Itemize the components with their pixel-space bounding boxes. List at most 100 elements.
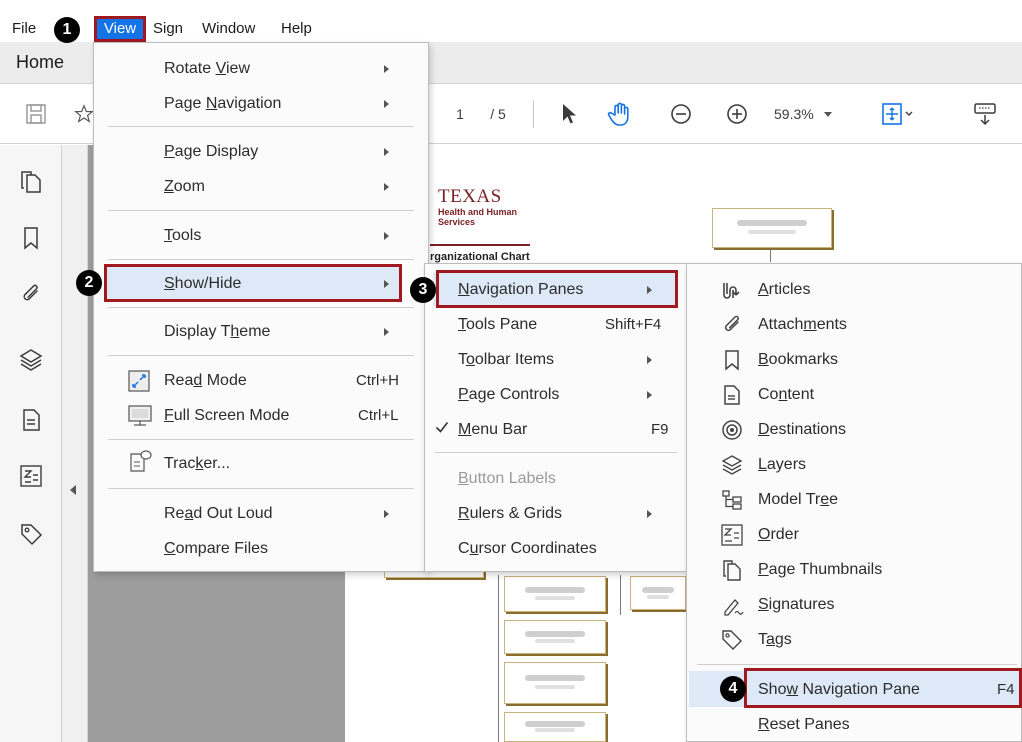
menu-item-layers[interactable]: Layers xyxy=(758,449,806,481)
menu-bar: File View Sign Window Help xyxy=(0,0,1022,42)
menu-item-attachments[interactable]: Attachments xyxy=(758,309,847,341)
menu-item-tracker[interactable]: Tracker... xyxy=(164,448,230,480)
menu-item-reset-panes[interactable]: Reset Panes xyxy=(758,709,850,741)
page-thumbnails-icon[interactable] xyxy=(18,169,44,195)
tab-home[interactable]: Home xyxy=(16,52,64,73)
menu-separator xyxy=(108,259,414,260)
menu-item-destinations[interactable]: Destinations xyxy=(758,414,846,446)
menu-item-zoom[interactable]: Zoom xyxy=(164,171,205,203)
select-pointer-icon[interactable] xyxy=(554,84,584,144)
menu-separator xyxy=(108,210,414,211)
target-icon xyxy=(721,419,743,441)
org-logo-title: TEXAS xyxy=(438,186,502,207)
menu-window[interactable]: Window xyxy=(202,19,255,39)
layers-icon xyxy=(721,454,743,476)
paperclip-icon xyxy=(721,314,743,336)
menu-item-rulers-grids[interactable]: Rulers & Grids xyxy=(458,498,562,530)
bookmark-icon[interactable] xyxy=(18,225,44,251)
shortcut-menu-bar: F9 xyxy=(651,421,669,438)
star-icon[interactable] xyxy=(74,84,94,144)
content-icon xyxy=(721,384,743,406)
submenu-arrow-icon xyxy=(384,510,389,518)
keyboard-scroll-icon[interactable] xyxy=(968,84,1002,144)
tag-icon[interactable] xyxy=(18,521,44,547)
zoom-select[interactable]: 59.3% xyxy=(774,84,844,144)
menu-item-order[interactable]: Order xyxy=(758,519,799,551)
submenu-arrow-icon xyxy=(647,356,652,364)
menu-sign[interactable]: Sign xyxy=(153,19,183,39)
org-box xyxy=(504,620,606,654)
menu-item-show-hide[interactable]: Show/Hide xyxy=(164,268,241,300)
paperclip-icon[interactable] xyxy=(18,281,44,307)
menu-item-page-navigation[interactable]: Page Navigation xyxy=(164,88,281,120)
submenu-arrow-icon xyxy=(384,100,389,108)
menu-item-highlight xyxy=(106,266,402,300)
menu-item-tools[interactable]: Tools xyxy=(164,220,201,252)
menu-item-page-controls[interactable]: Page Controls xyxy=(458,379,559,411)
menu-separator xyxy=(108,355,414,356)
callout-badge-1: 1 xyxy=(54,17,80,43)
collapse-rail-handle[interactable] xyxy=(62,145,88,742)
menu-item-content[interactable]: Content xyxy=(758,379,814,411)
chevron-left-icon xyxy=(70,485,76,495)
menu-item-full-screen-mode[interactable]: Full Screen Mode xyxy=(164,400,289,432)
menu-item-articles[interactable]: Articles xyxy=(758,274,810,306)
read-mode-icon xyxy=(128,370,150,392)
zoom-value: 59.3% xyxy=(774,106,814,122)
page-number-input[interactable]: 1 xyxy=(440,84,480,144)
shortcut-full-screen: Ctrl+L xyxy=(358,407,399,424)
signature-icon xyxy=(721,594,744,616)
submenu-arrow-icon xyxy=(647,510,652,518)
org-logo-rule xyxy=(430,244,530,246)
menu-item-signatures[interactable]: Signatures xyxy=(758,589,835,621)
callout-badge-2: 2 xyxy=(76,270,102,296)
menu-item-model-tree[interactable]: Model Tree xyxy=(758,484,838,516)
zoom-out-icon[interactable] xyxy=(666,84,696,144)
order-icon[interactable] xyxy=(18,463,44,489)
menu-separator xyxy=(435,452,677,453)
layers-icon[interactable] xyxy=(18,347,44,373)
model-tree-icon xyxy=(721,489,743,511)
org-box xyxy=(504,712,606,742)
content-icon[interactable] xyxy=(18,407,44,433)
fit-page-icon[interactable] xyxy=(876,84,920,144)
menu-item-page-display[interactable]: Page Display xyxy=(164,136,258,168)
menu-item-show-navigation-pane[interactable]: Show Navigation Pane xyxy=(758,674,920,706)
save-icon[interactable] xyxy=(18,84,54,144)
org-logo-sub-line1: Health and Human xyxy=(438,207,518,217)
menu-item-navigation-panes[interactable]: Navigation Panes xyxy=(458,274,583,306)
page-number-value: 1 xyxy=(456,106,464,122)
menu-item-read-out-loud[interactable]: Read Out Loud xyxy=(164,498,273,530)
menu-item-cursor-coordinates[interactable]: Cursor Coordinates xyxy=(458,533,597,565)
shortcut-read-mode: Ctrl+H xyxy=(356,372,399,389)
order-icon xyxy=(721,524,743,546)
menu-item-rotate-view[interactable]: Rotate View xyxy=(164,53,250,85)
menu-separator xyxy=(108,439,414,440)
menu-item-read-mode[interactable]: Read Mode xyxy=(164,365,247,397)
menu-item-tools-pane[interactable]: Tools Pane xyxy=(458,309,537,341)
menu-help[interactable]: Help xyxy=(281,19,312,39)
tracker-icon xyxy=(128,449,152,472)
bookmark-icon xyxy=(721,349,743,371)
org-box xyxy=(630,576,686,610)
submenu-arrow-icon xyxy=(384,232,389,240)
org-connector xyxy=(498,575,499,742)
hand-tool-icon[interactable] xyxy=(603,84,637,144)
org-box xyxy=(504,576,606,612)
zoom-in-icon[interactable] xyxy=(722,84,752,144)
menu-item-compare-files[interactable]: Compare Files xyxy=(164,533,268,565)
menu-item-toolbar-items[interactable]: Toolbar Items xyxy=(458,344,554,376)
menu-item-display-theme[interactable]: Display Theme xyxy=(164,316,270,348)
show-hide-submenu: Navigation Panes Tools Pane Shift+F4 Too… xyxy=(424,263,687,572)
org-box xyxy=(712,208,832,248)
tag-icon xyxy=(721,629,743,651)
menu-item-page-thumbnails[interactable]: Page Thumbnails xyxy=(758,554,882,586)
full-screen-icon xyxy=(128,405,152,427)
shortcut-show-navigation-pane: F4 xyxy=(997,681,1015,698)
menu-item-tags[interactable]: Tags xyxy=(758,624,792,656)
menu-item-bookmarks[interactable]: Bookmarks xyxy=(758,344,838,376)
menu-view[interactable]: View xyxy=(94,16,146,42)
navigation-panes-submenu: Articles Attachments Bookmarks Content D… xyxy=(686,263,1022,742)
menu-item-menu-bar[interactable]: Menu Bar xyxy=(458,414,527,446)
menu-file[interactable]: File xyxy=(12,19,36,39)
